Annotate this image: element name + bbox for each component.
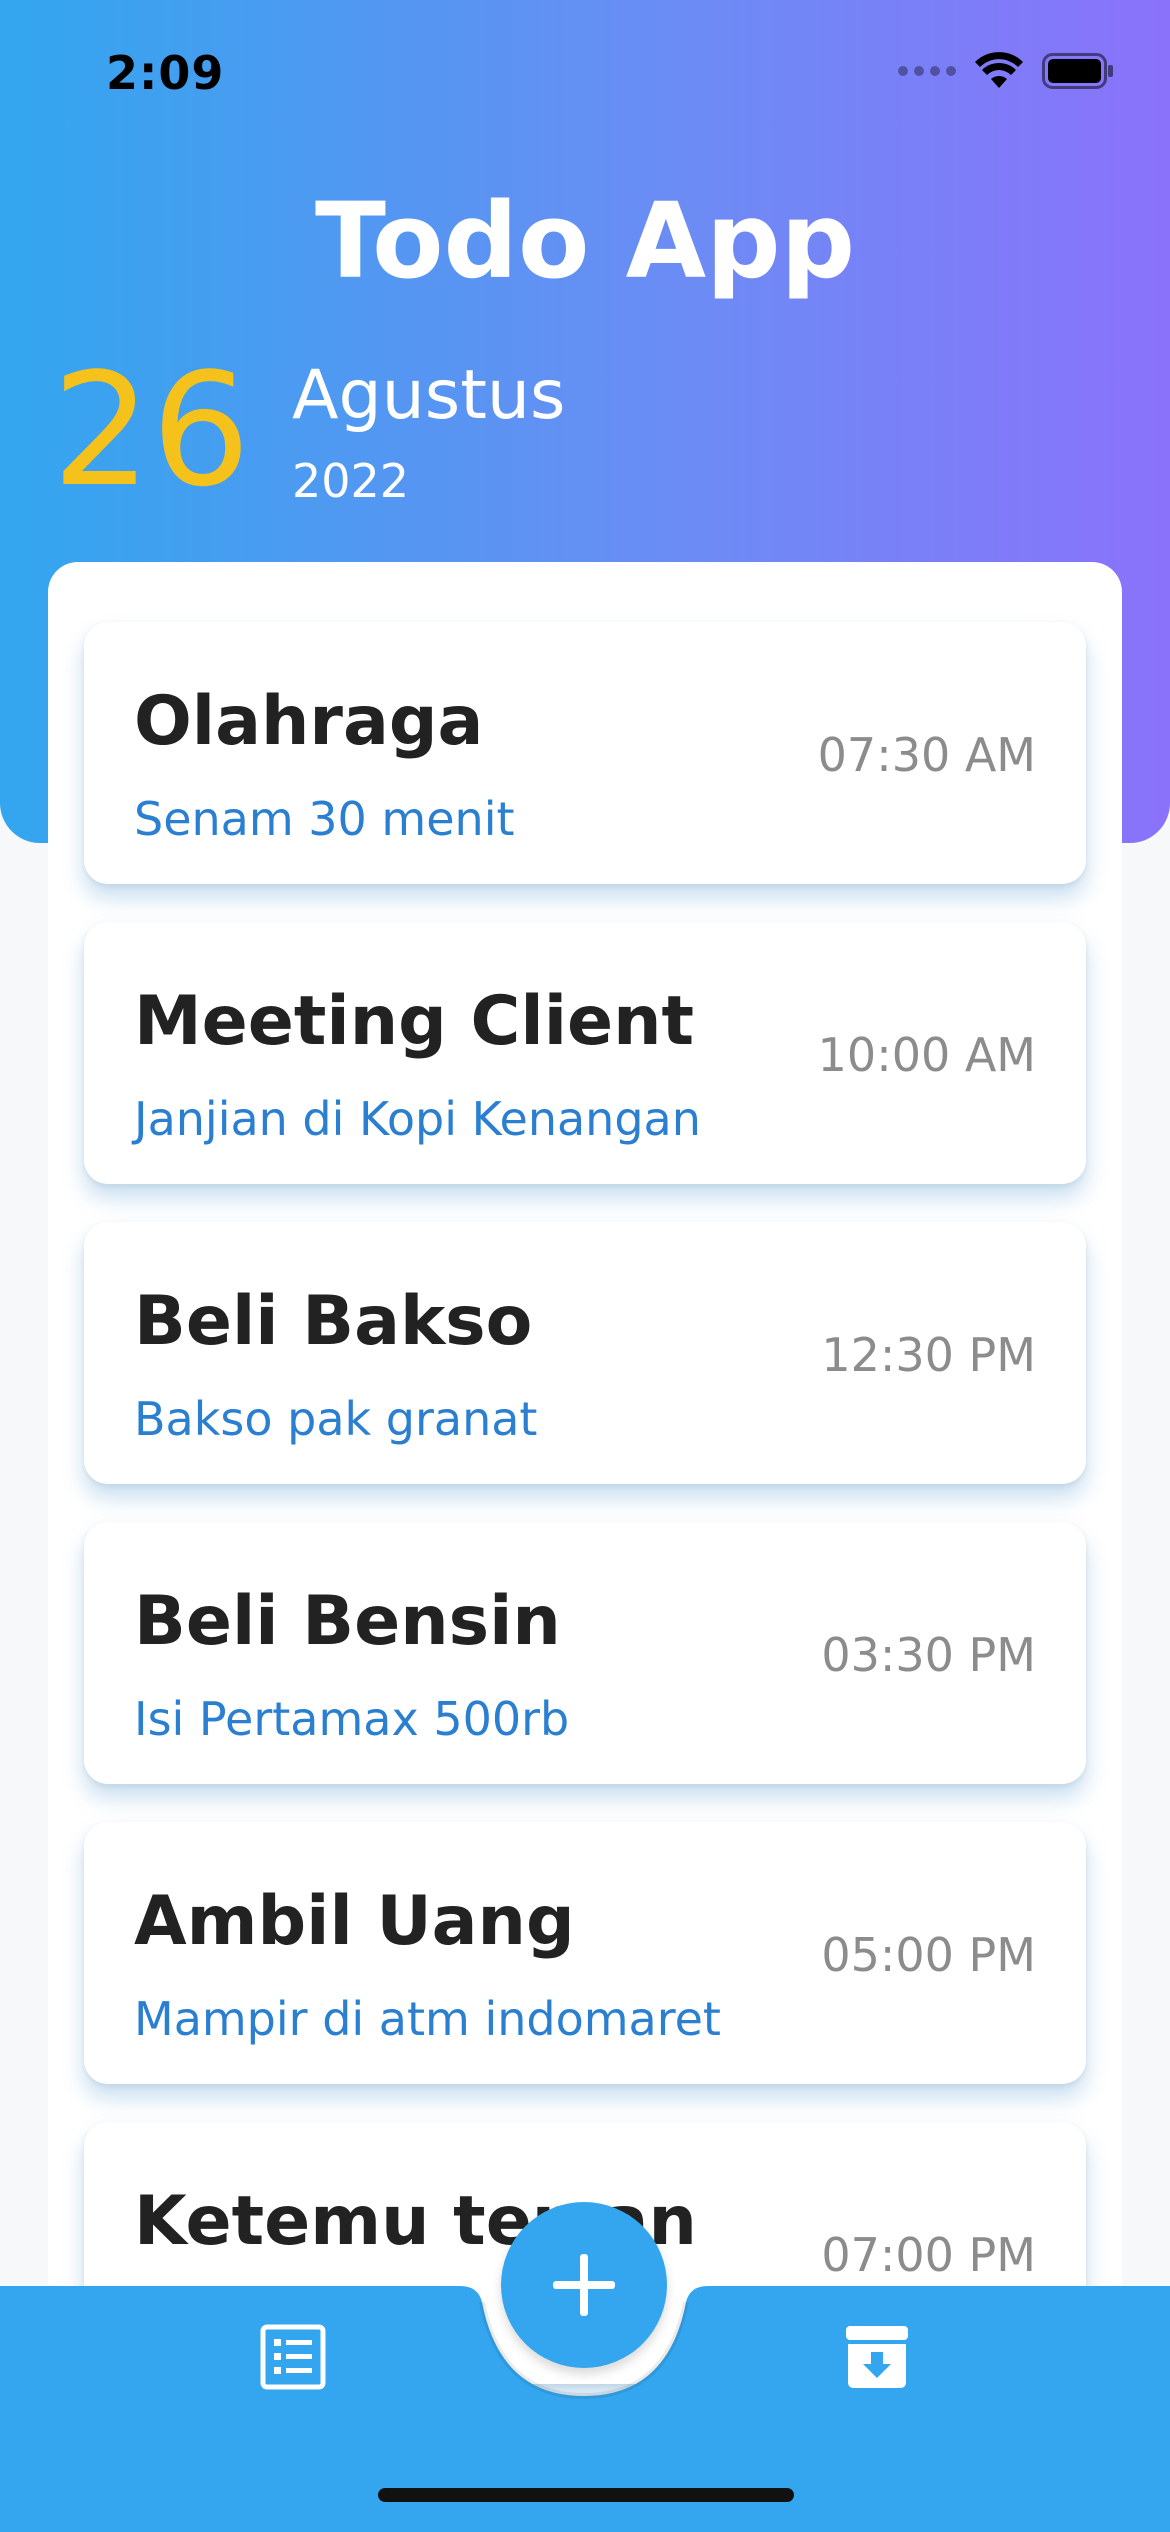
archive-download-icon[interactable] bbox=[842, 2322, 912, 2392]
date-month: Agustus bbox=[292, 356, 566, 435]
plus-icon bbox=[553, 2254, 615, 2316]
todo-title: Beli Bakso bbox=[134, 1282, 533, 1361]
cellular-signal-icon bbox=[898, 66, 956, 76]
todo-title: Meeting Client bbox=[134, 982, 695, 1061]
wifi-icon bbox=[974, 52, 1024, 90]
todo-card[interactable]: Meeting Client Janjian di Kopi Kenangan … bbox=[84, 922, 1086, 1184]
todo-title: Beli Bensin bbox=[134, 1582, 561, 1661]
todo-title: Olahraga bbox=[134, 682, 484, 761]
status-indicators bbox=[898, 52, 1114, 90]
todo-description: Janjian di Kopi Kenangan bbox=[134, 1092, 701, 1146]
todo-description: Mampir di atm indomaret bbox=[134, 1992, 721, 2046]
todo-description: Bakso pak granat bbox=[134, 1392, 538, 1446]
todo-title: Ambil Uang bbox=[134, 1882, 575, 1961]
status-time: 2:09 bbox=[106, 46, 225, 100]
todo-description: Senam 30 menit bbox=[134, 792, 515, 846]
list-icon[interactable] bbox=[260, 2324, 326, 2390]
app-title: Todo App bbox=[314, 180, 856, 302]
todo-time: 03:30 PM bbox=[821, 1628, 1036, 1682]
todo-time: 05:00 PM bbox=[821, 1928, 1036, 1982]
todo-time: 10:00 AM bbox=[817, 1028, 1036, 1082]
todo-card[interactable]: Beli Bakso Bakso pak granat 12:30 PM bbox=[84, 1222, 1086, 1484]
date-day: 26 bbox=[52, 339, 251, 521]
todo-description: Isi Pertamax 500rb bbox=[134, 1692, 570, 1746]
date-year: 2022 bbox=[292, 454, 410, 508]
todo-time: 07:00 PM bbox=[821, 2228, 1036, 2282]
todo-screen: 2:09 Todo App 26 Agustus 2022 Olahraga S… bbox=[0, 0, 1170, 2532]
todo-card[interactable]: Olahraga Senam 30 menit 07:30 AM bbox=[84, 622, 1086, 884]
todo-card[interactable]: Beli Bensin Isi Pertamax 500rb 03:30 PM bbox=[84, 1522, 1086, 1784]
todo-card[interactable]: Ambil Uang Mampir di atm indomaret 05:00… bbox=[84, 1822, 1086, 2084]
add-todo-button[interactable] bbox=[501, 2202, 667, 2368]
home-indicator bbox=[378, 2488, 794, 2502]
todo-time: 07:30 AM bbox=[817, 728, 1036, 782]
todo-time: 12:30 PM bbox=[821, 1328, 1036, 1382]
battery-icon bbox=[1042, 53, 1114, 89]
